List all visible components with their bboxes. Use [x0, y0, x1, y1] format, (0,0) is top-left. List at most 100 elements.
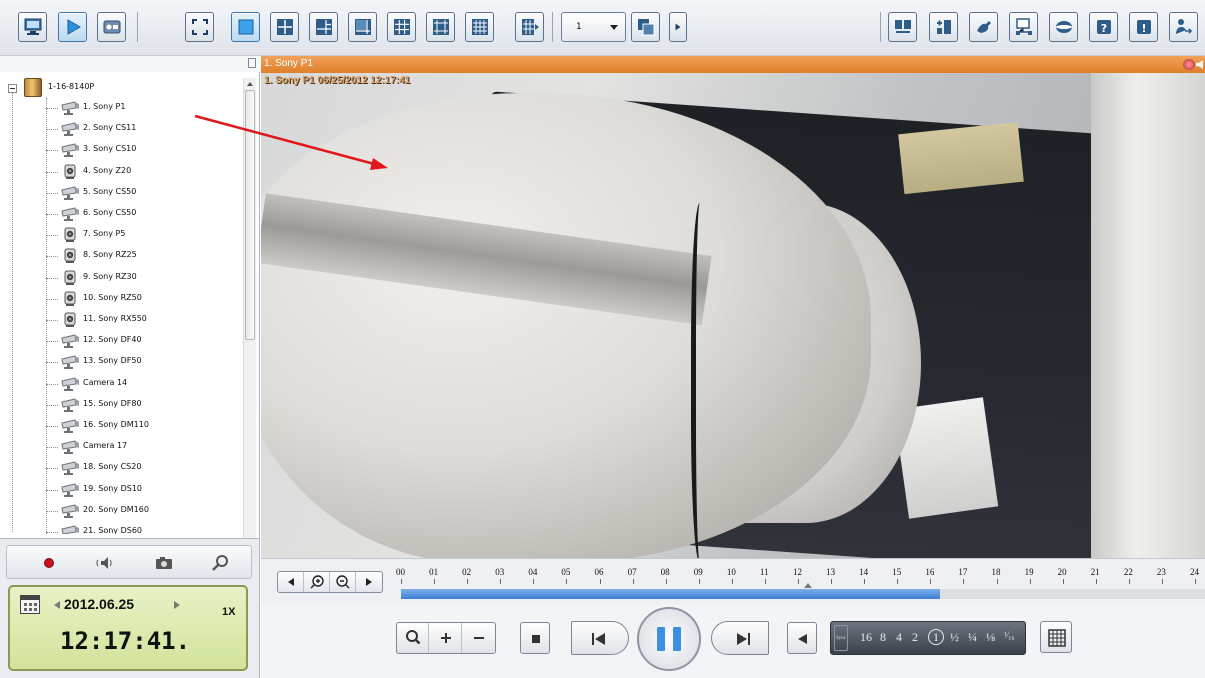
pause-button[interactable]	[637, 607, 701, 671]
timeline-right-button[interactable]	[356, 572, 382, 592]
scroll-thumb[interactable]	[245, 90, 255, 340]
layout-6-button[interactable]	[309, 12, 338, 42]
tree-item-camera[interactable]: 4. Sony Z20	[46, 162, 236, 183]
tree-item-camera[interactable]: 13. Sony DF50	[46, 352, 236, 373]
timeline-track[interactable]	[401, 589, 1205, 599]
tree-line	[46, 362, 58, 364]
layout-more-button[interactable]	[515, 12, 544, 42]
tree-scrollbar[interactable]	[243, 78, 256, 586]
layout-8-button[interactable]	[348, 12, 377, 42]
zoom-in-icon	[310, 575, 324, 589]
next-day-icon[interactable]	[174, 601, 180, 609]
tree-item-camera[interactable]: 16. Sony DM110	[46, 416, 236, 437]
collapse-icon[interactable]	[8, 84, 17, 93]
audio-button[interactable]	[95, 552, 119, 574]
speed-option[interactable]: 16	[860, 630, 872, 645]
speed-option[interactable]: 2	[912, 630, 918, 645]
speed-option[interactable]: ⅛	[986, 630, 995, 645]
tree-item-camera[interactable]: 3. Sony CS10	[46, 140, 236, 161]
timeline-hour-label: 24	[1190, 567, 1199, 577]
stop-button[interactable]	[520, 622, 550, 654]
tree-item-camera[interactable]: 19. Sony DS10	[46, 480, 236, 501]
network-button[interactable]	[1009, 12, 1038, 42]
live-view-button[interactable]	[18, 12, 47, 42]
search-button[interactable]	[209, 552, 233, 574]
pages-icon	[638, 19, 655, 36]
layout-1-button[interactable]	[231, 12, 260, 42]
sync-button[interactable]: Sync	[834, 625, 848, 651]
tree-item-camera[interactable]: 18. Sony CS20	[46, 458, 236, 479]
pip-button[interactable]	[929, 12, 958, 42]
logout-button[interactable]	[1169, 12, 1198, 42]
speed-option[interactable]: ¹⁄₁₆	[1004, 630, 1014, 640]
tree-item-camera[interactable]: Camera 14	[46, 374, 236, 395]
ptz-button[interactable]	[969, 12, 998, 42]
fullscreen-button[interactable]	[185, 12, 214, 42]
speed-option[interactable]: 4	[896, 630, 902, 645]
map-button[interactable]	[1049, 12, 1078, 42]
tree-item-label: 4. Sony Z20	[83, 165, 132, 175]
tree-root-dvr[interactable]: 1-16-8140P	[8, 78, 228, 98]
calendar-icon[interactable]	[20, 595, 40, 614]
tree-item-camera[interactable]: 20. Sony DM160	[46, 501, 236, 522]
layout-13-button[interactable]	[426, 12, 455, 42]
timeline-hour-label: 01	[429, 567, 439, 577]
pin-icon[interactable]	[248, 58, 256, 68]
layout-9-button[interactable]	[387, 12, 416, 42]
layout-4-button[interactable]	[270, 12, 299, 42]
tree-item-camera[interactable]: 15. Sony DF80	[46, 395, 236, 416]
timeline-cursor[interactable]	[803, 583, 812, 588]
tree-item-camera[interactable]: 7. Sony P5	[46, 225, 236, 246]
snapshot-button[interactable]	[152, 552, 176, 574]
tree-item-camera[interactable]: 1. Sony P1	[46, 98, 236, 119]
help-button[interactable]: ?	[1089, 12, 1118, 42]
timeline-tick	[764, 579, 766, 584]
tree-item-camera[interactable]: Camera 17	[46, 437, 236, 458]
speed-option[interactable]: 8	[880, 630, 886, 645]
bullet-camera-icon	[60, 503, 80, 519]
previous-day-icon[interactable]	[54, 601, 60, 609]
speed-option[interactable]: 1	[928, 629, 944, 645]
zoom-in-button[interactable]	[430, 623, 462, 653]
page-select[interactable]: 1	[561, 12, 626, 42]
sequence-page-button[interactable]	[631, 12, 660, 42]
timeline-left-button[interactable]	[278, 572, 304, 592]
tree-item-camera[interactable]: 12. Sony DF40	[46, 331, 236, 352]
tree-item-camera[interactable]: 5. Sony CS50	[46, 183, 236, 204]
speaker-icon	[96, 557, 112, 569]
timeline-zoom-in-button[interactable]	[304, 572, 330, 592]
timeline[interactable]: 00 01 02 03 04 05 06 07 08 09 10 11 12 13 14 15 16 17 18 19…	[261, 558, 1205, 604]
channel-grid-button[interactable]	[1040, 621, 1072, 653]
tree-item-camera[interactable]: 8. Sony RZ25	[46, 246, 236, 267]
six-view-icon	[316, 19, 332, 35]
tree-item-camera[interactable]: 10. Sony RZ50	[46, 289, 236, 310]
speed-option[interactable]: ½	[950, 630, 959, 645]
next-button[interactable]	[711, 621, 769, 655]
speed-option[interactable]: ¼	[968, 630, 977, 645]
record-button[interactable]	[37, 552, 61, 574]
zoom-out-button[interactable]	[463, 623, 495, 653]
video-viewport[interactable]: 1. Sony P1 06/25/2012 12:17:41	[261, 73, 1205, 558]
timeline-hour-label: 04	[528, 567, 538, 577]
about-button[interactable]: !	[1129, 12, 1158, 42]
playback-mode-button[interactable]	[58, 12, 87, 42]
setup-button[interactable]	[97, 12, 126, 42]
reverse-play-button[interactable]	[787, 622, 817, 654]
layout-16-button[interactable]	[465, 12, 494, 42]
timeline-tick	[1161, 579, 1163, 584]
digital-zoom-button[interactable]	[397, 623, 429, 653]
next-page-button[interactable]	[669, 12, 687, 42]
previous-button[interactable]	[571, 621, 629, 655]
tree-item-camera[interactable]: 6. Sony CS50	[46, 204, 236, 225]
sequence-button[interactable]	[888, 12, 917, 42]
tree-line	[46, 277, 58, 279]
scroll-up-icon[interactable]	[247, 82, 253, 86]
tree-item-camera[interactable]: 2. Sony CS11	[46, 119, 236, 140]
sixteen-view-icon	[472, 19, 488, 35]
timeline-zoom-out-button[interactable]	[330, 572, 356, 592]
tree-item-camera[interactable]: 9. Sony RZ30	[46, 268, 236, 289]
record-status-icon	[1183, 59, 1195, 70]
zoom-group	[396, 622, 496, 654]
tree-item-camera[interactable]: 21. Sony DS60	[46, 522, 236, 534]
tree-item-camera[interactable]: 11. Sony RX550	[46, 310, 236, 331]
